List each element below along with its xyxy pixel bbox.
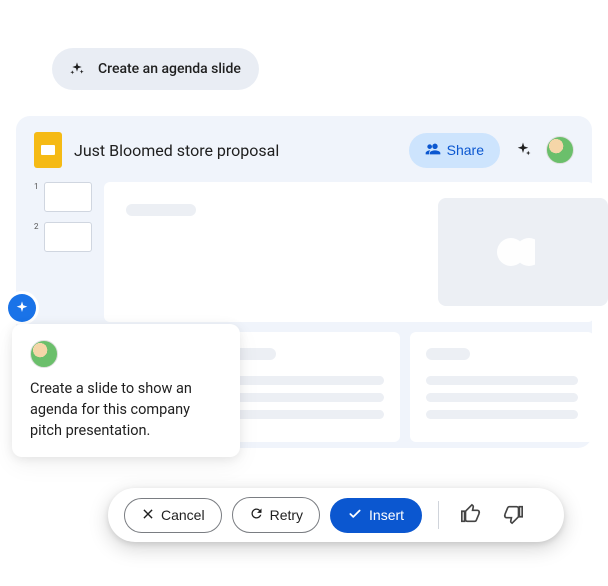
placeholder-bar bbox=[232, 393, 384, 402]
placeholder-bar bbox=[232, 376, 384, 385]
thumbnail-preview bbox=[44, 222, 92, 252]
thumbs-down-button[interactable] bbox=[497, 499, 529, 531]
ai-suggestion-label: Create an agenda slide bbox=[98, 61, 241, 77]
retry-icon bbox=[249, 506, 264, 524]
avatar[interactable] bbox=[546, 136, 574, 164]
window-header: Just Bloomed store proposal Share bbox=[34, 132, 574, 168]
ai-sparkle-badge[interactable] bbox=[8, 294, 36, 322]
placeholder-bar bbox=[126, 204, 196, 216]
share-label: Share bbox=[447, 142, 484, 158]
thumbnail-number: 1 bbox=[34, 182, 40, 191]
document-title: Just Bloomed store proposal bbox=[74, 141, 397, 160]
cancel-button[interactable]: Cancel bbox=[124, 498, 222, 533]
divider bbox=[438, 501, 439, 529]
action-bar: Cancel Retry Insert bbox=[108, 488, 564, 542]
slide-hero-block bbox=[104, 182, 594, 322]
user-prompt-text: Create a slide to show an agenda for thi… bbox=[30, 378, 222, 441]
thumbs-up-button[interactable] bbox=[455, 499, 487, 531]
thumbs-up-icon bbox=[460, 503, 482, 528]
placeholder-bar bbox=[426, 393, 578, 402]
slide-card bbox=[410, 332, 594, 442]
retry-label: Retry bbox=[270, 507, 303, 523]
thumbnail-number: 2 bbox=[34, 222, 40, 231]
placeholder-image bbox=[438, 198, 608, 306]
placeholder-bar bbox=[426, 376, 578, 385]
people-icon bbox=[425, 141, 441, 160]
share-button[interactable]: Share bbox=[409, 133, 500, 168]
insert-label: Insert bbox=[369, 507, 404, 523]
close-icon bbox=[141, 507, 155, 524]
placeholder-bar bbox=[232, 410, 384, 419]
check-icon bbox=[348, 507, 362, 524]
thumbs-down-icon bbox=[502, 503, 524, 528]
ai-suggestion-pill[interactable]: Create an agenda slide bbox=[52, 48, 259, 90]
slides-logo-icon bbox=[34, 132, 62, 168]
insert-button[interactable]: Insert bbox=[330, 498, 422, 533]
placeholder-bar bbox=[426, 348, 470, 360]
cancel-label: Cancel bbox=[161, 507, 205, 523]
avatar bbox=[30, 340, 58, 368]
sparkle-icon bbox=[66, 58, 88, 80]
slide-thumbnail[interactable]: 2 bbox=[34, 222, 94, 252]
slide-thumbnail[interactable]: 1 bbox=[34, 182, 94, 212]
user-prompt-card: Create a slide to show an agenda for thi… bbox=[12, 324, 240, 457]
sparkle-icon[interactable] bbox=[512, 139, 534, 161]
placeholder-bar bbox=[426, 410, 578, 419]
retry-button[interactable]: Retry bbox=[232, 497, 320, 533]
slide-card bbox=[216, 332, 400, 442]
thumbnail-preview bbox=[44, 182, 92, 212]
